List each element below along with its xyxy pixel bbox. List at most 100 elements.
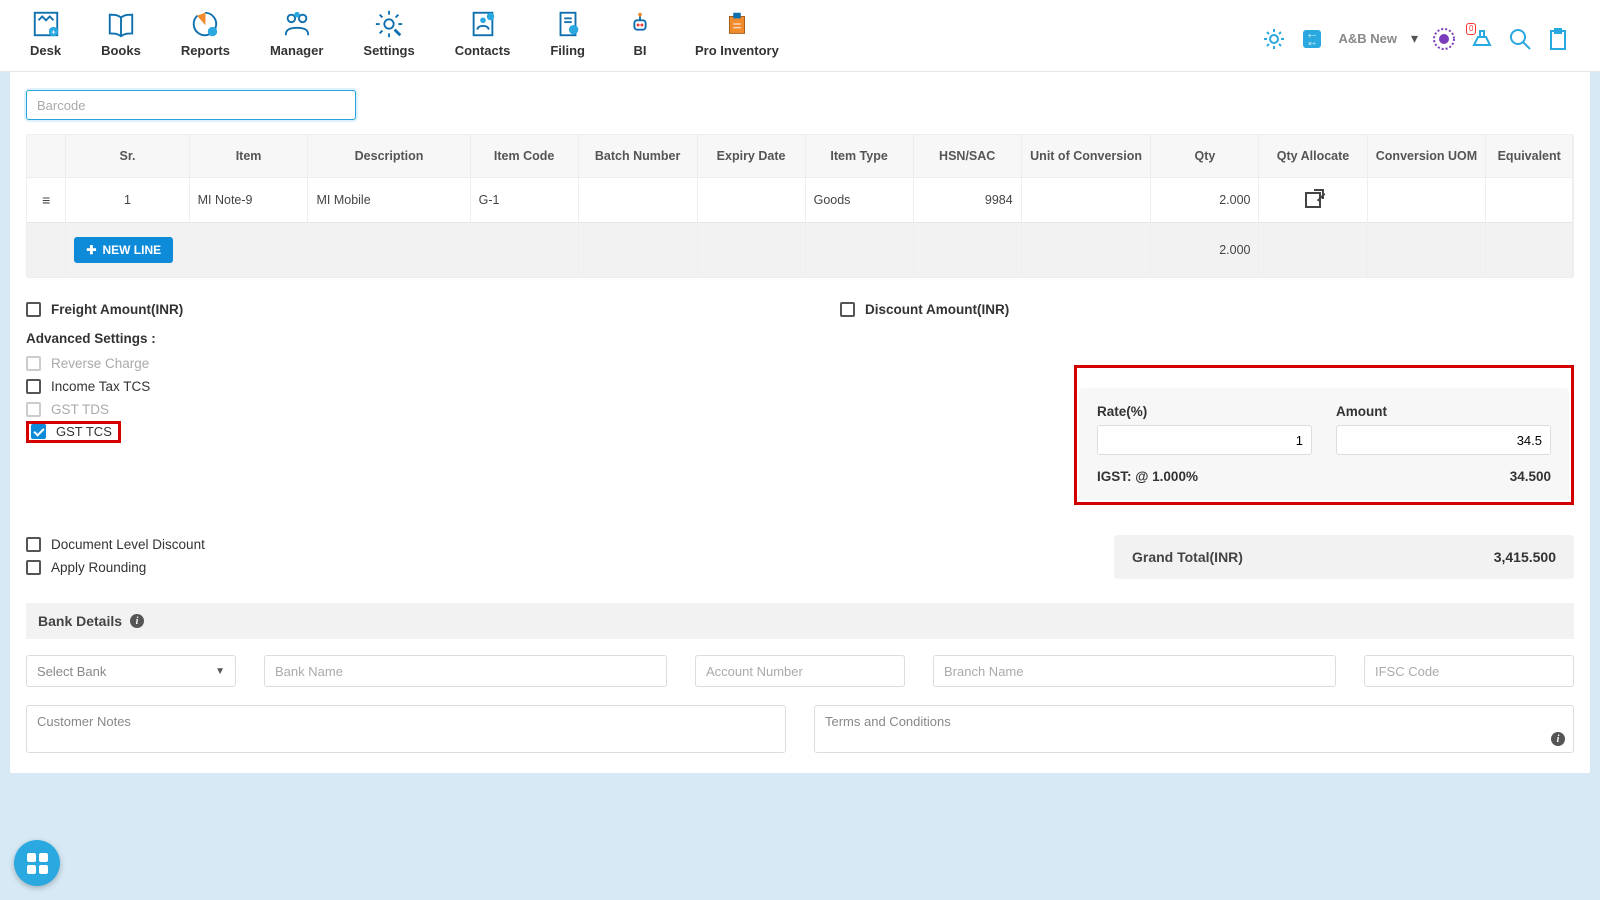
nav-books[interactable]: Books: [101, 9, 141, 68]
advanced-settings-title: Advanced Settings :: [26, 321, 780, 352]
cell-batch[interactable]: [578, 178, 697, 223]
clipboard-icon[interactable]: [1546, 27, 1570, 51]
freight-label: Freight Amount(INR): [51, 302, 183, 317]
reverse-charge-label: Reverse Charge: [51, 356, 149, 371]
desk-icon: +: [31, 9, 61, 39]
nav-contacts[interactable]: Contacts: [455, 9, 511, 68]
nav-settings[interactable]: Settings: [363, 9, 414, 68]
nav-desk-label: Desk: [30, 43, 61, 58]
th-qty: Qty: [1151, 135, 1259, 178]
bank-name-input[interactable]: [264, 655, 667, 687]
checkbox-icon[interactable]: [26, 379, 41, 394]
cell-uoc[interactable]: [1021, 178, 1151, 223]
cell-item[interactable]: MI Note-9: [189, 178, 308, 223]
th-expiry: Expiry Date: [697, 135, 805, 178]
row-drag-icon[interactable]: ≡: [42, 192, 50, 208]
select-bank-label: Select Bank: [37, 664, 106, 679]
amount-label: Amount: [1336, 404, 1551, 419]
th-handle: [27, 135, 66, 178]
income-tax-tcs-label: Income Tax TCS: [51, 379, 150, 394]
income-tax-tcs-checkbox[interactable]: Income Tax TCS: [26, 375, 780, 398]
apps-fab-button[interactable]: [14, 840, 60, 886]
search-icon[interactable]: [1508, 27, 1532, 51]
nav-manager-label: Manager: [270, 43, 323, 58]
cell-type[interactable]: Goods: [805, 178, 913, 223]
th-sr: Sr.: [66, 135, 189, 178]
bank-details-header: Bank Details i: [26, 603, 1574, 639]
tax-highlight-box: Rate(%) Amount IGST: @ 1.000% 34.500: [1074, 365, 1574, 505]
chevron-down-icon[interactable]: ▾: [1411, 30, 1418, 47]
gear-icon[interactable]: [1262, 27, 1286, 51]
checkbox-checked-icon[interactable]: [31, 424, 46, 439]
nav-filing[interactable]: Filing: [550, 9, 585, 68]
filing-icon: [553, 9, 583, 39]
th-desc: Description: [308, 135, 470, 178]
notification-icon[interactable]: 0: [1470, 27, 1494, 51]
th-batch: Batch Number: [578, 135, 697, 178]
checkbox-icon[interactable]: [26, 537, 41, 552]
nav-bi-label: BI: [634, 43, 647, 58]
cell-code[interactable]: G-1: [470, 178, 578, 223]
table-header: Sr. Item Description Item Code Batch Num…: [27, 135, 1573, 178]
bank-details-section: Bank Details i Select Bank ▼ Customer No…: [26, 603, 1574, 753]
customer-notes-textarea[interactable]: Customer Notes: [26, 705, 786, 753]
nav-manager[interactable]: Manager: [270, 9, 323, 68]
cell-qty[interactable]: 2.000: [1151, 178, 1259, 223]
reports-icon: [190, 9, 220, 39]
new-line-button[interactable]: ✚NEW LINE: [74, 237, 173, 263]
table-row[interactable]: ≡ 1 MI Note-9 MI Mobile G-1 Goods 9984 2…: [27, 178, 1573, 223]
apps-grid-icon: [27, 853, 48, 874]
checkbox-icon[interactable]: [840, 302, 855, 317]
cell-equiv[interactable]: [1486, 178, 1573, 223]
amount-input[interactable]: [1336, 425, 1551, 455]
rate-label: Rate(%): [1097, 404, 1312, 419]
th-alloc: Qty Allocate: [1259, 135, 1367, 178]
th-cuom: Conversion UOM: [1367, 135, 1486, 178]
badge-icon[interactable]: [1432, 27, 1456, 51]
nav-bi[interactable]: BI: [625, 9, 655, 68]
cell-desc[interactable]: MI Mobile: [308, 178, 470, 223]
table-total-row: ✚NEW LINE 2.000: [27, 223, 1573, 278]
checkbox-icon[interactable]: [26, 302, 41, 317]
cell-alloc[interactable]: [1259, 178, 1367, 223]
doc-level-discount-label: Document Level Discount: [51, 537, 205, 552]
cell-hsn[interactable]: 9984: [913, 178, 1021, 223]
barcode-input[interactable]: [26, 90, 356, 120]
manager-icon: [282, 9, 312, 39]
page-body: Sr. Item Description Item Code Batch Num…: [0, 72, 1600, 900]
info-icon[interactable]: i: [1551, 732, 1565, 746]
bank-details-title: Bank Details: [38, 613, 122, 629]
discount-amount-checkbox[interactable]: Discount Amount(INR): [840, 298, 1009, 321]
ifsc-code-input[interactable]: [1364, 655, 1574, 687]
nav-books-label: Books: [101, 43, 141, 58]
cell-expiry[interactable]: [697, 178, 805, 223]
account-number-input[interactable]: [695, 655, 905, 687]
checkbox-icon[interactable]: [26, 560, 41, 575]
barcode-wrap: [26, 72, 1574, 134]
branch-name-input[interactable]: [933, 655, 1336, 687]
tax-box: Rate(%) Amount IGST: @ 1.000% 34.500: [1079, 388, 1569, 500]
nav-desk[interactable]: + Desk: [30, 9, 61, 68]
nav-reports[interactable]: Reports: [181, 9, 230, 68]
settings-icon: [374, 9, 404, 39]
notification-count: 0: [1466, 23, 1476, 35]
bi-icon: [625, 9, 655, 39]
open-in-new-icon[interactable]: [1305, 192, 1321, 208]
freight-amount-checkbox[interactable]: Freight Amount(INR): [26, 298, 780, 321]
inventory-icon: [722, 9, 752, 39]
select-bank-dropdown[interactable]: Select Bank ▼: [26, 655, 236, 687]
terms-conditions-textarea[interactable]: Terms and Conditions i: [814, 705, 1574, 753]
nav-proinventory[interactable]: Pro Inventory: [695, 9, 779, 68]
gst-tcs-label: GST TCS: [56, 424, 112, 439]
cell-cuom[interactable]: [1367, 178, 1486, 223]
apply-rounding-checkbox[interactable]: Apply Rounding: [26, 556, 780, 579]
calculator-icon[interactable]: +−×÷: [1300, 27, 1324, 51]
caret-down-icon: ▼: [215, 666, 225, 677]
org-name[interactable]: A&B New: [1338, 31, 1397, 46]
rate-input[interactable]: [1097, 425, 1312, 455]
doc-level-discount-checkbox[interactable]: Document Level Discount: [26, 533, 780, 556]
items-table: Sr. Item Description Item Code Batch Num…: [26, 134, 1574, 278]
info-icon[interactable]: i: [130, 614, 144, 628]
reverse-charge-checkbox: Reverse Charge: [26, 352, 780, 375]
th-equiv: Equivalent: [1486, 135, 1573, 178]
